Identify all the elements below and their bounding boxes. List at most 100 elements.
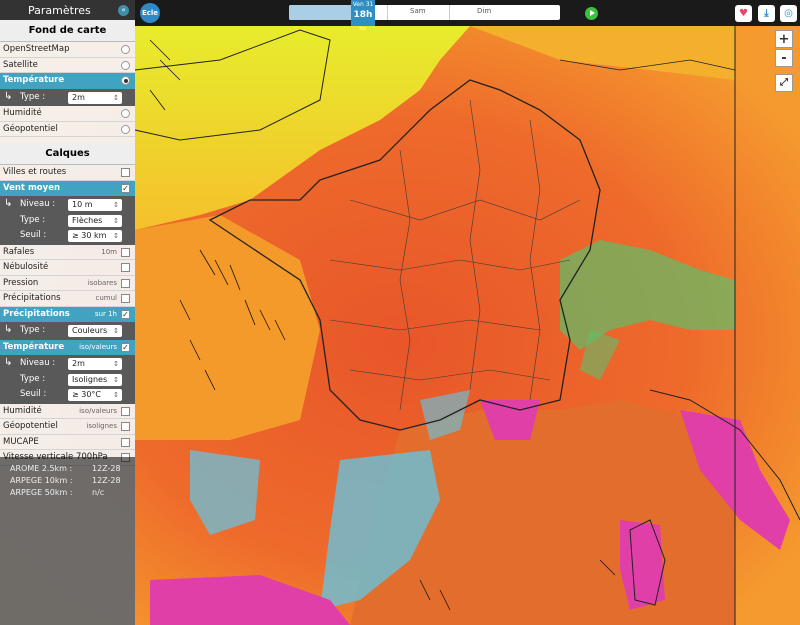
basemap-options: ↳ Type :2m <box>0 88 135 106</box>
checkbox-icon[interactable] <box>121 406 130 416</box>
layer-mucape[interactable]: MUCAPE <box>0 435 135 450</box>
site-logo[interactable]: Ecle <box>140 3 160 23</box>
play-button[interactable] <box>585 7 598 20</box>
vent-niveau-row: Niveau : 10 m <box>0 197 135 213</box>
layer-precip-1h[interactable]: Précipitations sur 1h ✓ <box>0 306 135 322</box>
field-label: Type : <box>20 325 46 335</box>
vent-seuil-row: Seuil : ≥ 30 km <box>0 228 135 244</box>
layer-label: Précipitations <box>3 293 61 303</box>
layer-pression[interactable]: Pression isobares <box>0 276 135 291</box>
model-run: n/c <box>92 488 105 497</box>
fullscreen-icon[interactable]: ⤢ <box>775 74 793 92</box>
layer-tag: isobares <box>87 278 117 287</box>
temp-type-select[interactable]: Isolignes <box>68 373 122 386</box>
field-label: Niveau : <box>20 199 56 209</box>
checkbox-icon[interactable] <box>121 247 130 257</box>
radio-icon[interactable] <box>121 60 130 70</box>
temp-type-row: Type : Isolignes <box>0 372 135 388</box>
layer-label: Pression <box>3 277 39 288</box>
model-runs-panel: AROME 2.5km :12Z-28 ARPEGE 10km :12Z-28 … <box>0 457 135 625</box>
vent-niveau-select[interactable]: 10 m <box>68 199 122 211</box>
checkbox-icon[interactable]: ✓ <box>121 342 130 352</box>
basemap-heading: Fond de carte <box>0 20 135 42</box>
basemap-label: Température <box>3 75 65 85</box>
layer-villes[interactable]: Villes et routes <box>0 165 135 181</box>
vent-type-select[interactable]: Flèches <box>68 214 122 227</box>
basemap-temperature[interactable]: Température <box>0 73 135 89</box>
layer-rafales[interactable]: Rafales 10m <box>0 245 135 260</box>
layer-label: Nébulosité <box>3 262 49 272</box>
field-label: Type : <box>20 373 46 384</box>
layer-tag: isolignes <box>86 422 117 430</box>
checkbox-icon[interactable] <box>121 168 130 177</box>
radio-icon[interactable] <box>121 45 130 54</box>
vent-type-row: Type : Flèches <box>0 213 135 229</box>
basemap-geopotential[interactable]: Géopotentiel <box>0 122 135 137</box>
layer-label: Vent moyen <box>3 182 61 193</box>
basemap-label: OpenStreetMap <box>3 44 70 54</box>
temp-niveau-select[interactable]: 2m <box>68 358 122 370</box>
layer-label: Villes et routes <box>3 167 67 177</box>
checkbox-icon[interactable]: ✓ <box>121 183 130 193</box>
field-label: Niveau : <box>20 358 56 368</box>
timeline-divider <box>449 5 450 20</box>
layer-label: MUCAPE <box>3 436 39 447</box>
field-label: Seuil : <box>20 389 47 399</box>
layer-tag: iso/valeurs <box>79 342 117 351</box>
checkbox-icon[interactable] <box>121 294 130 303</box>
precip-options: ↳ Type : Couleurs <box>0 322 135 340</box>
checkbox-icon[interactable] <box>121 437 130 447</box>
basemap-label: Géopotentiel <box>3 123 58 134</box>
model-run: 12Z-28 <box>92 476 121 485</box>
model-name: AROME 2.5km : <box>10 464 73 473</box>
current-day: Ven 31 <box>352 1 374 8</box>
collapse-icon[interactable]: « <box>118 5 129 16</box>
radio-icon[interactable] <box>121 76 130 85</box>
timeline-past <box>289 5 351 20</box>
temp-niveau-row: Niveau : 2m <box>0 356 135 372</box>
radio-icon[interactable] <box>121 109 130 118</box>
timeline-day[interactable]: Dim <box>477 7 491 15</box>
heart-icon[interactable]: ♥ <box>735 5 752 22</box>
checkbox-icon[interactable] <box>121 263 130 272</box>
layer-temperature[interactable]: Température iso/valeurs ✓ <box>0 339 135 355</box>
basemap-satellite[interactable]: Satellite <box>0 58 135 73</box>
basemap-osm[interactable]: OpenStreetMap <box>0 42 135 58</box>
radio-icon[interactable] <box>121 124 130 134</box>
zoom-in-button[interactable]: + <box>775 30 793 48</box>
zoom-out-button[interactable]: - <box>775 49 793 67</box>
basemap-label: Humidité <box>3 108 42 118</box>
layer-geopotentiel[interactable]: Géopotentiel isolignes <box>0 419 135 435</box>
checkbox-icon[interactable] <box>121 278 130 288</box>
basemap-type-row: Type : 2m <box>0 90 135 106</box>
temp-seuil-select[interactable]: ≥ 30°C <box>68 389 122 401</box>
layer-label: Humidité <box>3 405 42 416</box>
current-hour: 18h loc <box>353 10 373 32</box>
precip-type-select[interactable]: Couleurs <box>68 325 122 337</box>
vent-options: ↳ Niveau :10 m Type :Flèches Seuil :≥ 30… <box>0 196 135 245</box>
timeline-day[interactable]: Sam <box>410 7 426 15</box>
vent-seuil-select[interactable]: ≥ 30 km <box>68 230 122 242</box>
layer-tag: iso/valeurs <box>79 406 117 415</box>
timeline-bar[interactable]: Ven 31 18h loc Sam Dim <box>289 0 560 32</box>
layer-tag: 10m <box>101 247 117 256</box>
download-icon[interactable]: ⤓ <box>758 5 775 22</box>
layer-precip-cumul[interactable]: Précipitations cumul <box>0 291 135 307</box>
sidebar-header: Paramètres « <box>0 0 135 20</box>
layer-humidite[interactable]: Humidité iso/valeurs <box>0 404 135 419</box>
layer-tag: sur 1h <box>94 309 117 318</box>
layer-tag: cumul <box>95 294 118 302</box>
basemap-humidity[interactable]: Humidité <box>0 106 135 122</box>
checkbox-icon[interactable] <box>121 422 130 431</box>
checkbox-icon[interactable]: ✓ <box>121 309 130 319</box>
model-row: ARPEGE 50km : n/c <box>10 488 104 497</box>
basemap-type-select[interactable]: 2m <box>68 91 122 104</box>
settings-icon[interactable]: ◎ <box>780 5 797 22</box>
layer-vent[interactable]: Vent moyen ✓ <box>0 180 135 196</box>
field-label: Seuil : <box>20 230 47 240</box>
layer-nebulosite[interactable]: Nébulosité <box>0 260 135 276</box>
timeline-divider <box>387 5 388 20</box>
timeline-current[interactable]: Ven 31 18h loc <box>351 0 375 32</box>
layer-label: Rafales <box>3 246 35 257</box>
model-name: ARPEGE 50km : <box>10 488 73 497</box>
